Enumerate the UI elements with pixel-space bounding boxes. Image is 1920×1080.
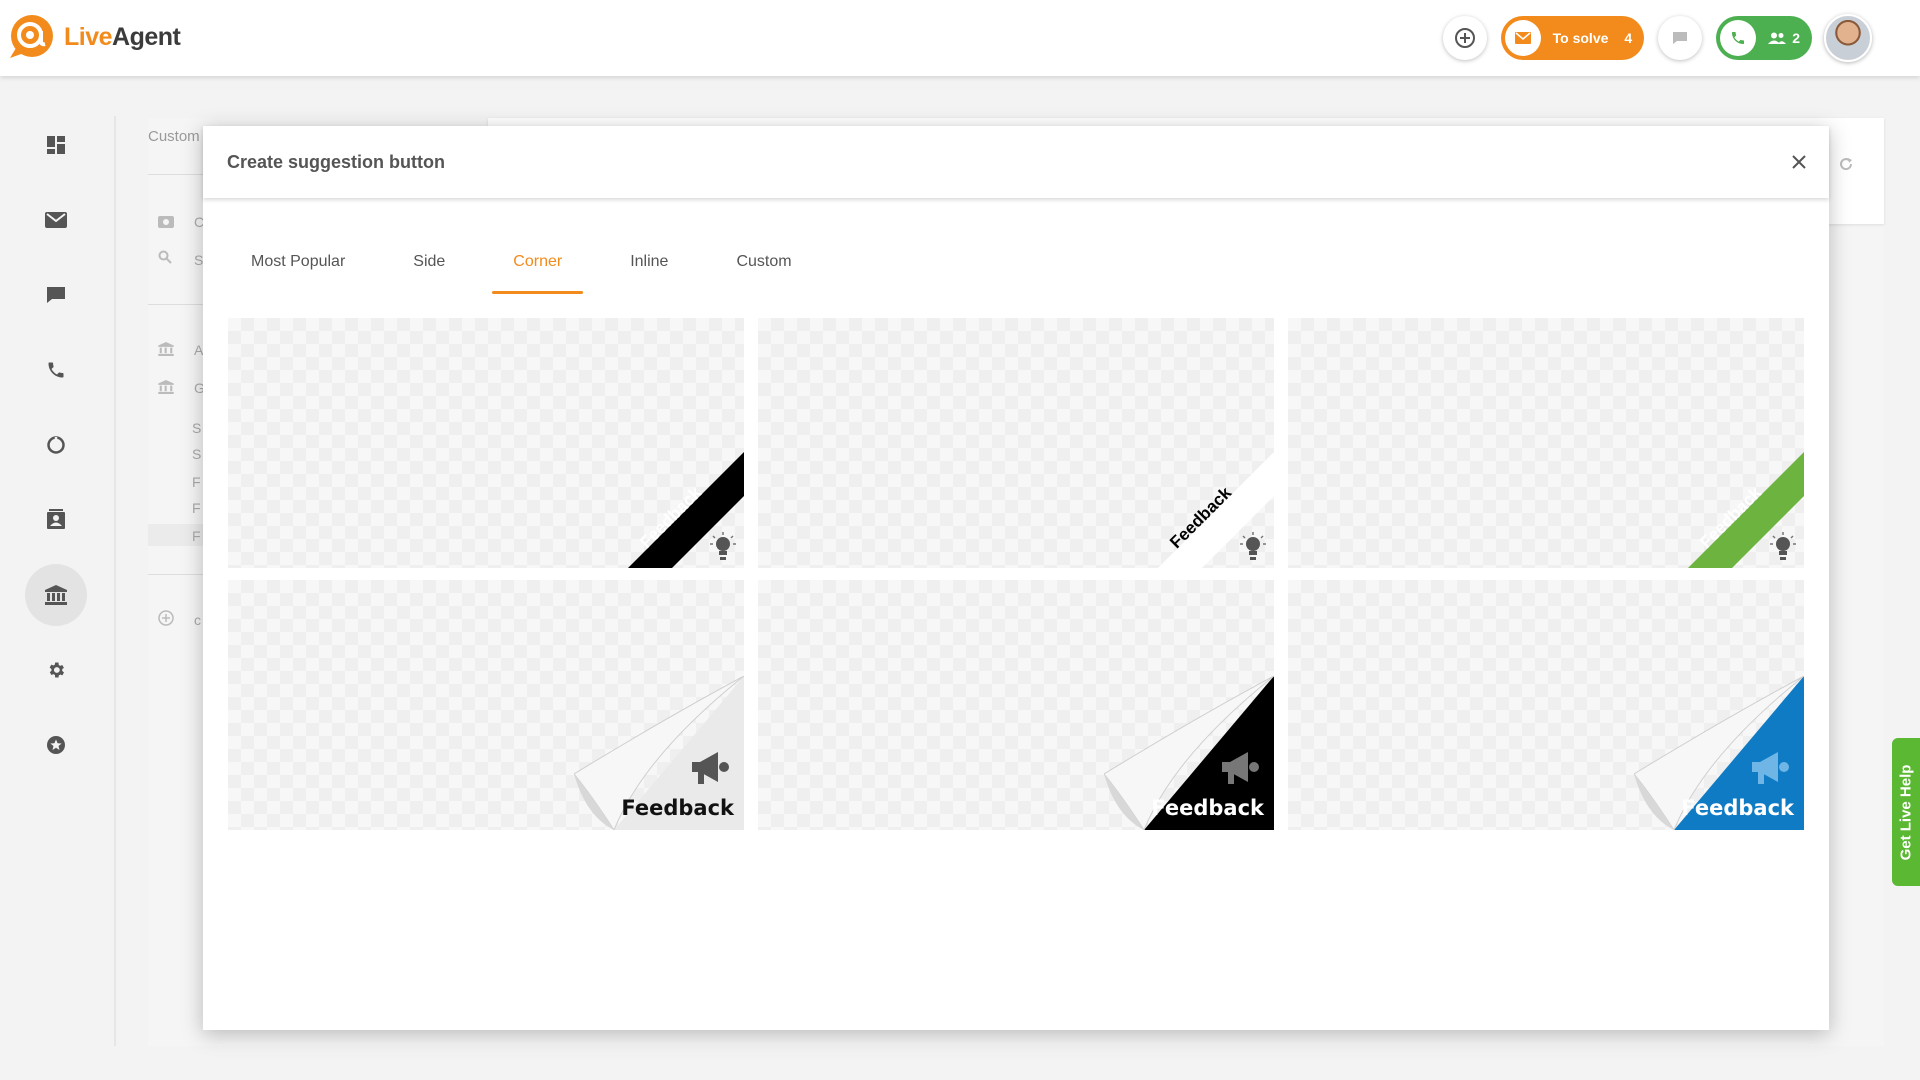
phone-icon — [48, 362, 64, 378]
search-icon — [158, 250, 174, 264]
template-card-ribbon-white[interactable]: Feedback — [758, 318, 1274, 568]
peel-label: Feedback — [1151, 796, 1264, 820]
background-letter: c — [194, 612, 201, 628]
nav-reports[interactable] — [25, 414, 87, 476]
add-button[interactable] — [1442, 16, 1487, 60]
nav-calls[interactable] — [25, 339, 87, 401]
tab-inline[interactable]: Inline — [609, 252, 689, 294]
dialog-tabs: Most Popular Side Corner Inline Custom — [230, 252, 839, 294]
plus-circle-icon — [158, 610, 174, 626]
nav-separator — [114, 116, 116, 1046]
peel-label: Feedback — [621, 796, 734, 820]
top-bar: LiveAgent To solve 4 2 — [0, 0, 1920, 76]
camera-icon — [158, 214, 174, 228]
chat-bubble-icon — [47, 287, 65, 303]
background-letter: F — [192, 500, 201, 516]
background-breadcrumb: Custom — [148, 128, 200, 145]
to-solve-count: 4 — [1624, 30, 1633, 46]
user-avatar[interactable] — [1824, 14, 1872, 62]
to-solve-button[interactable]: To solve 4 — [1500, 16, 1645, 60]
dialog-title: Create suggestion button — [227, 151, 446, 172]
lightbulb-icon — [1770, 532, 1796, 560]
logo-agent-text: Agent — [112, 22, 181, 51]
nav-dashboard[interactable] — [25, 114, 87, 176]
button-templates-grid: Feedback Feedback Feedback Feedback Feed… — [228, 318, 1804, 830]
phone-icon — [1732, 32, 1745, 44]
nav-plugins[interactable] — [25, 714, 87, 776]
lightbulb-icon — [710, 532, 736, 560]
plus-circle-icon — [1454, 28, 1475, 48]
topbar-actions: To solve 4 2 — [1429, 14, 1872, 62]
pie-chart-icon — [47, 436, 65, 454]
background-letter: F — [192, 528, 201, 544]
bank-icon — [45, 585, 67, 605]
tab-side[interactable]: Side — [392, 252, 466, 294]
megaphone-icon — [692, 752, 729, 784]
envelope-icon — [1514, 32, 1531, 44]
envelope-icon — [45, 212, 67, 228]
megaphone-icon — [1752, 752, 1789, 784]
background-letter: S — [192, 446, 202, 462]
bank-icon — [158, 380, 174, 394]
logo-live-text: Live — [64, 22, 113, 51]
refresh-icon — [1840, 158, 1853, 171]
megaphone-icon — [1222, 752, 1259, 784]
nav-configuration[interactable] — [25, 639, 87, 701]
chat-bubble-icon — [1673, 32, 1688, 44]
template-card-ribbon-green[interactable]: Feedback — [1288, 318, 1804, 568]
background-letter: F — [192, 474, 201, 490]
create-suggestion-dialog: Create suggestion button Most Popular Si… — [203, 126, 1829, 1030]
background-letter: S — [192, 420, 202, 436]
lightbulb-icon — [1240, 532, 1266, 560]
bank-icon — [158, 342, 174, 356]
peel-label: Feedback — [1681, 796, 1794, 820]
nav-contacts[interactable] — [25, 489, 87, 551]
tab-most-popular[interactable]: Most Popular — [230, 252, 366, 294]
close-button[interactable] — [1785, 148, 1813, 176]
liveagent-logo[interactable]: LiveAgent — [6, 14, 181, 60]
template-card-peel-black[interactable]: Feedback — [758, 580, 1274, 830]
nav-knowledgebase[interactable] — [25, 564, 87, 626]
tab-custom[interactable]: Custom — [715, 252, 812, 294]
to-solve-label: To solve — [1552, 30, 1609, 46]
calls-count: 2 — [1792, 30, 1800, 46]
nav-chats[interactable] — [25, 264, 87, 326]
chat-button[interactable] — [1658, 16, 1703, 60]
group-icon — [1768, 32, 1787, 44]
gear-icon — [49, 662, 64, 678]
template-card-ribbon-black[interactable]: Feedback — [228, 318, 744, 568]
calls-button[interactable]: 2 — [1716, 16, 1812, 60]
dashboard-icon — [47, 136, 65, 154]
contacts-icon — [47, 509, 65, 529]
get-live-help-label: Get Live Help — [1897, 764, 1915, 860]
dialog-header: Create suggestion button — [203, 126, 1829, 198]
get-live-help-tab[interactable]: Get Live Help — [1892, 738, 1920, 886]
tab-corner[interactable]: Corner — [492, 252, 584, 294]
nav-tickets[interactable] — [25, 189, 87, 251]
close-icon — [1792, 155, 1806, 169]
template-card-peel-grey[interactable]: Feedback — [228, 580, 744, 830]
star-circle-icon — [47, 736, 65, 754]
background-letter: S — [194, 252, 204, 268]
background-letter: A — [194, 342, 204, 358]
template-card-peel-blue[interactable]: Feedback — [1288, 580, 1804, 830]
left-navigation — [0, 76, 112, 1080]
logo-at-icon — [6, 14, 58, 60]
